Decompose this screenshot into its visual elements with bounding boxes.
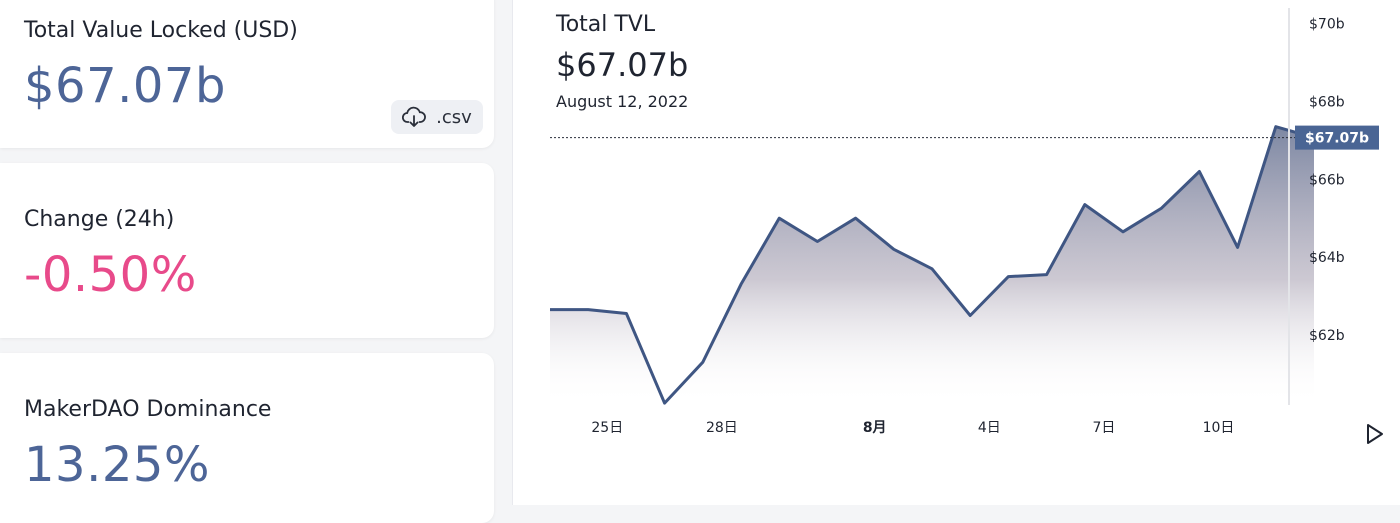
data-point	[816, 240, 819, 243]
data-point	[1045, 273, 1048, 276]
data-point	[1160, 207, 1163, 210]
play-icon[interactable]	[1365, 422, 1385, 446]
x-tick-label: 8月	[863, 420, 887, 436]
download-icon	[402, 106, 427, 127]
chart-area-fill	[550, 126, 1314, 405]
y-tick-label: $70b	[1309, 17, 1345, 33]
download-csv-button[interactable]: .csv	[391, 100, 483, 134]
data-point	[587, 308, 590, 311]
data-point	[931, 267, 934, 270]
y-tick-label: $68b	[1309, 94, 1345, 110]
data-point	[549, 308, 552, 311]
data-point	[663, 402, 666, 405]
y-tick-label: $64b	[1309, 250, 1345, 266]
data-point	[1122, 230, 1125, 233]
data-point	[1083, 203, 1086, 206]
y-tick-label: $62b	[1309, 328, 1345, 344]
data-point	[854, 217, 857, 220]
change-value: -0.50%	[24, 247, 197, 303]
data-point	[778, 217, 781, 220]
tvl-area-chart[interactable]: $62b $64b $66b $68b $70b 25日 28日 8月 4日 7日 10日 $67.0…	[513, 0, 1400, 505]
data-point	[969, 314, 972, 317]
x-tick-label: 4日	[978, 420, 1001, 436]
change-label: Change (24h)	[24, 207, 175, 232]
tvl-chart-panel: Total TVL $67.07b August 12, 2022 $62b $6…	[512, 0, 1400, 505]
dominance-card: MakerDAO Dominance 13.25%	[0, 353, 494, 523]
data-point	[740, 283, 743, 286]
data-point	[1198, 170, 1201, 173]
change-card: Change (24h) -0.50%	[0, 163, 494, 338]
data-point	[701, 361, 704, 364]
tvl-card: Total Value Locked (USD) $67.07b .csv	[0, 0, 494, 148]
x-tick-label: 28日	[706, 420, 738, 436]
x-tick-label: 25日	[591, 420, 623, 436]
tvl-label: Total Value Locked (USD)	[24, 18, 298, 43]
data-point	[625, 312, 628, 315]
x-tick-label: 7日	[1092, 420, 1115, 436]
dominance-value: 13.25%	[24, 437, 211, 493]
data-point	[892, 248, 895, 251]
current-value-label: $67.07b	[1305, 131, 1369, 147]
y-tick-label: $66b	[1309, 172, 1345, 188]
dominance-label: MakerDAO Dominance	[24, 397, 272, 422]
tvl-value: $67.07b	[24, 58, 226, 114]
x-tick-label: 10日	[1203, 420, 1235, 436]
data-point	[1007, 275, 1010, 278]
csv-label: .csv	[436, 106, 472, 128]
data-point	[1274, 125, 1277, 128]
data-point	[1236, 246, 1239, 249]
